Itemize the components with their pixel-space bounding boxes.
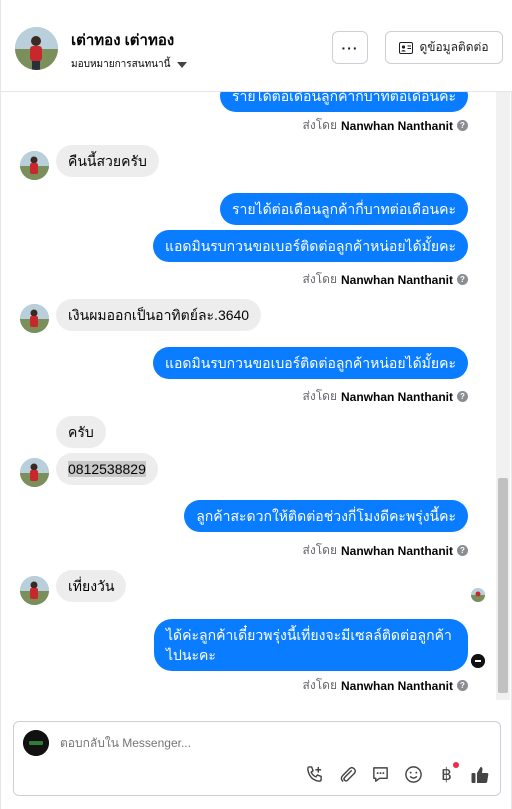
outgoing-message[interactable]: ได้ค่ะลูกค้าเดี๋ยวพรุ่งนี้เที่ยงจะมีเซลล… [154,619,468,671]
customer-avatar-small [20,151,49,180]
sent-by-line: ส่งโดย Nanwhan Nanthanit ? [303,676,468,695]
sent-by-prefix: ส่งโดย [302,272,337,286]
message-list[interactable]: รายได้ต่อเดือนลูกค้ากี่บาทต่อเดือนคะ ส่ง… [1,92,512,700]
incoming-message[interactable]: เงินผมออกเป็นอาทิตย์ละ.3640 [56,299,262,331]
paperclip-icon[interactable] [337,764,358,785]
outgoing-message[interactable]: รายได้ต่อเดือนลูกค้ากี่บาทต่อเดือนคะ [219,92,468,112]
chat-panel: เต่าทอง เต่าทอง มอบหมายการสนทนานี้ ··· ด… [0,0,512,809]
saved-replies-icon[interactable] [370,764,391,785]
reply-input[interactable] [60,736,480,750]
sent-by-prefix: ส่งโดย [302,678,337,692]
assign-conversation-dropdown[interactable]: มอบหมายการสนทนานี้ [71,57,188,72]
seen-indicator-avatar [471,588,485,602]
page-avatar [23,730,49,756]
incoming-message[interactable]: คืนนี้สวยครับ [56,145,159,177]
phone-plus-icon[interactable] [304,764,325,785]
help-icon[interactable]: ? [457,274,468,285]
conversation-header: เต่าทอง เต่าทอง มอบหมายการสนทนานี้ ··· ด… [1,0,512,92]
sent-by-agent: Nanwhan Nanthanit [340,118,453,133]
sent-by-agent: Nanwhan Nanthanit [340,389,453,404]
phone-number-text[interactable]: 0812538829 [68,461,146,477]
sent-by-prefix: ส่งโดย [302,543,337,557]
incoming-message[interactable]: ครับ [56,416,106,448]
more-options-button[interactable]: ··· [332,31,368,64]
customer-avatar-small [20,576,49,605]
help-icon[interactable]: ? [457,391,468,402]
sent-by-prefix: ส่งโดย [302,389,337,403]
incoming-message[interactable]: เที่ยงวัน [56,570,127,602]
incoming-message[interactable]: 0812538829 [56,453,158,485]
sent-by-line: ส่งโดย Nanwhan Nanthanit ? [303,541,468,560]
help-icon[interactable]: ? [457,120,468,131]
emoji-icon[interactable] [403,764,424,785]
sent-by-line: ส่งโดย Nanwhan Nanthanit ? [303,116,468,135]
sent-by-agent: Nanwhan Nanthanit [340,678,453,693]
thumbs-up-icon[interactable] [469,764,490,785]
sent-by-agent: Nanwhan Nanthanit [340,272,453,287]
contact-card-icon [399,41,414,54]
assign-label: มอบหมายการสนทนานี้ [71,59,171,70]
caret-down-icon [177,61,188,68]
composer-toolbar: ฿ [304,762,490,785]
scrollbar-thumb[interactable] [498,478,508,693]
page-seen-indicator [471,654,485,668]
customer-avatar-small [20,458,49,487]
sent-by-line: ส่งโดย Nanwhan Nanthanit ? [303,387,468,406]
outgoing-message[interactable]: แอดมินรบกวนขอเบอร์ติดต่อลูกค้าหน่อยได้มั… [152,347,468,379]
sent-by-line: ส่งโดย Nanwhan Nanthanit ? [303,270,468,289]
baht-glyph: ฿ [441,764,452,785]
help-icon[interactable]: ? [457,545,468,556]
sent-by-agent: Nanwhan Nanthanit [340,543,453,558]
customer-avatar-small [20,304,49,333]
customer-name: เต่าทอง เต่าทอง [71,32,175,49]
message-line: ได้ค่ะลูกค้าเดี๋ยวพรุ่งนี้เที่ยงจะมีเซลล… [166,627,452,643]
message-line: ไปนะคะ [166,647,216,663]
notification-dot [453,762,459,768]
payment-baht-icon[interactable]: ฿ [436,762,459,785]
view-contact-info-label: ดูข้อมูลติดต่อ [419,40,489,54]
sent-by-prefix: ส่งโดย [302,118,337,132]
outgoing-message[interactable]: รายได้ต่อเดือนลูกค้ากี่บาทต่อเดือนคะ [219,193,468,225]
customer-avatar[interactable] [15,27,58,70]
view-contact-info-button[interactable]: ดูข้อมูลติดต่อ [385,31,503,64]
help-icon[interactable]: ? [457,680,468,691]
reply-composer: ฿ [13,721,501,796]
outgoing-message[interactable]: ลูกค้าสะดวกให้ติดต่อช่วงกี่โมงดีคะพรุ่งน… [184,500,468,532]
outgoing-message[interactable]: แอดมินรบกวนขอเบอร์ติดต่อลูกค้าหน่อยได้มั… [152,230,468,262]
